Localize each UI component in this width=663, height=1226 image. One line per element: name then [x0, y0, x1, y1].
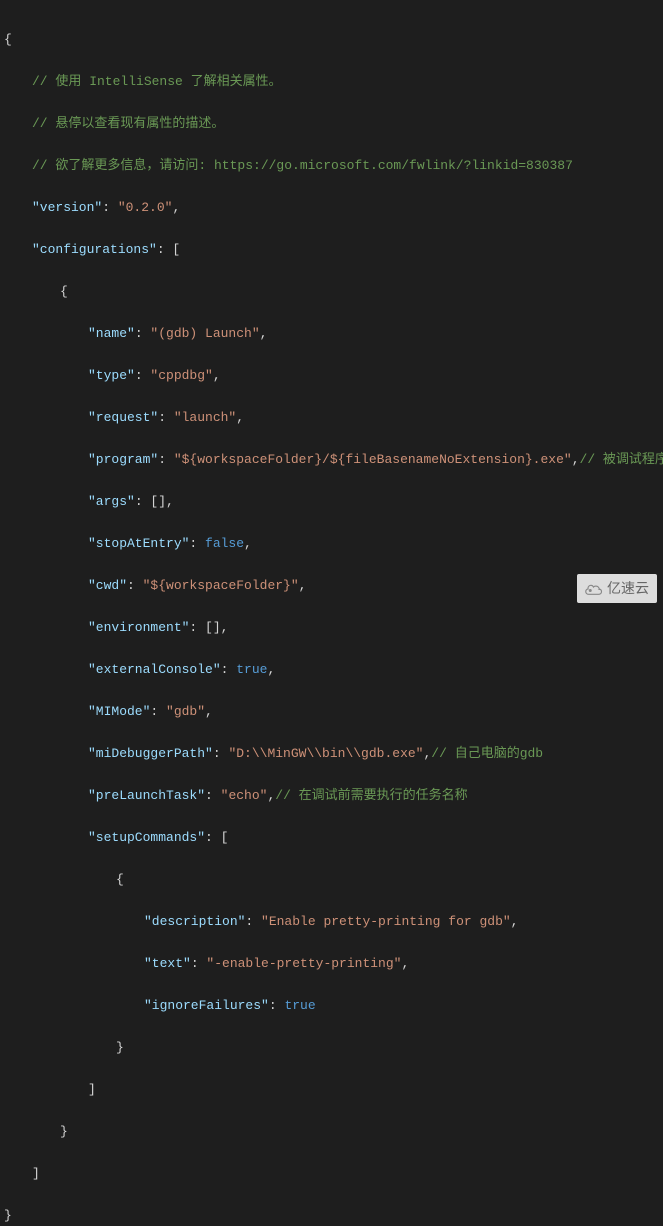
json-string: "D:\\MinGW\\bin\\gdb.exe" — [228, 746, 423, 761]
json-string: "-enable-pretty-printing" — [206, 956, 401, 971]
json-key: "environment" — [88, 620, 189, 635]
json-key: "cwd" — [88, 578, 127, 593]
json-key: "setupCommands" — [88, 830, 205, 845]
inline-comment: // 被调试程序 — [580, 452, 663, 467]
comment-line: // 悬停以查看现有属性的描述。 — [32, 116, 224, 131]
json-key: "args" — [88, 494, 135, 509]
json-key: "text" — [144, 956, 191, 971]
json-string: "(gdb) Launch" — [150, 326, 259, 341]
json-string: "cppdbg" — [150, 368, 212, 383]
code-editor[interactable]: { // 使用 IntelliSense 了解相关属性。 // 悬停以查看现有属… — [0, 0, 663, 1226]
json-key: "preLaunchTask" — [88, 788, 205, 803]
watermark-badge: 亿速云 — [577, 574, 657, 603]
json-string: "launch" — [174, 410, 236, 425]
cloud-icon — [585, 582, 603, 596]
json-string: "Enable pretty-printing for gdb" — [261, 914, 511, 929]
brace-open: { — [4, 32, 12, 47]
inline-comment: // 在调试前需要执行的任务名称 — [275, 788, 467, 803]
json-string: "gdb" — [166, 704, 205, 719]
json-key: "miDebuggerPath" — [88, 746, 213, 761]
json-string: "0.2.0" — [118, 200, 173, 215]
json-key: "description" — [144, 914, 245, 929]
json-string: "${workspaceFolder}/${fileBasenameNoExte… — [174, 452, 572, 467]
json-string: "echo" — [221, 788, 268, 803]
json-key: "program" — [88, 452, 158, 467]
json-key: "stopAtEntry" — [88, 536, 189, 551]
json-string: "${workspaceFolder}" — [143, 578, 299, 593]
inline-comment: // 自己电脑的gdb — [431, 746, 543, 761]
comment-line: // 欲了解更多信息，请访问: https://go.microsoft.com… — [32, 158, 573, 173]
comment-line: // 使用 IntelliSense 了解相关属性。 — [32, 74, 282, 89]
json-key: "MIMode" — [88, 704, 150, 719]
json-key: "request" — [88, 410, 158, 425]
json-key: "version" — [32, 200, 102, 215]
json-key: "type" — [88, 368, 135, 383]
json-key: "externalConsole" — [88, 662, 221, 677]
json-true: true — [236, 662, 267, 677]
json-key: "configurations" — [32, 242, 157, 257]
watermark-text: 亿速云 — [607, 578, 649, 599]
json-key: "name" — [88, 326, 135, 341]
json-key: "ignoreFailures" — [144, 998, 269, 1013]
brace-close: } — [4, 1208, 12, 1223]
json-false: false — [205, 536, 244, 551]
json-true: true — [284, 998, 315, 1013]
